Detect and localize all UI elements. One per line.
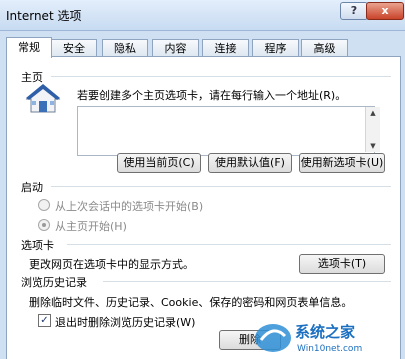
- tab-programs[interactable]: 程序: [252, 39, 299, 57]
- tab-general[interactable]: 常规: [6, 37, 52, 58]
- address-scrollbar[interactable]: ▲ ▼: [365, 107, 380, 152]
- radio-last-session-label: 从上次会话中的选项卡开始(B): [55, 200, 204, 213]
- use-current-button[interactable]: 使用当前页(C): [117, 153, 201, 173]
- section-divider: [51, 76, 391, 77]
- tab-privacy[interactable]: 隐私: [102, 39, 148, 57]
- house-icon: [25, 83, 61, 115]
- scroll-up-icon[interactable]: ▲: [366, 107, 380, 119]
- tabs-settings-button[interactable]: 选项卡(T): [299, 254, 385, 274]
- delete-on-exit-label: 退出时删除浏览历史记录(W): [55, 316, 196, 329]
- tabs-heading: 选项卡: [21, 239, 54, 252]
- section-divider: [103, 281, 391, 282]
- scroll-down-icon[interactable]: ▼: [366, 140, 380, 152]
- radio-homepage-label: 从主页开始(H): [55, 220, 127, 233]
- history-heading: 浏览历史记录: [21, 276, 87, 289]
- tab-security[interactable]: 安全: [51, 39, 97, 57]
- svg-text:Win10net.com: Win10net.com: [297, 344, 362, 354]
- history-description: 删除临时文件、历史记录、Cookie、保存的密码和网页表单信息。: [29, 296, 353, 309]
- window-title: Internet 选项: [6, 9, 82, 23]
- use-default-button[interactable]: 使用默认值(F): [208, 153, 292, 173]
- use-new-tab-button[interactable]: 使用新选项卡(U): [299, 153, 385, 173]
- radio-homepage[interactable]: [38, 219, 50, 231]
- tab-advanced[interactable]: 高级: [301, 39, 348, 57]
- help-button[interactable]: ?: [340, 2, 368, 20]
- section-divider: [67, 244, 391, 245]
- title-bar: Internet 选项 ? x: [0, 0, 405, 31]
- tabs-description: 更改网页在选项卡中的显示方式。: [29, 258, 194, 271]
- section-divider: [51, 186, 391, 187]
- svg-text:系统之家: 系统之家: [295, 323, 355, 341]
- close-button[interactable]: x: [366, 2, 404, 20]
- homepage-address-input[interactable]: [77, 106, 375, 156]
- homepage-instruction: 若要创建多个主页选项卡，请在每行输入一个地址(R)。: [77, 89, 347, 102]
- tab-content[interactable]: 内容: [152, 39, 199, 57]
- startup-heading: 启动: [21, 181, 43, 194]
- tab-connections[interactable]: 连接: [202, 39, 249, 57]
- watermark-logo: 系统之家 Win10net.com: [251, 318, 401, 356]
- radio-last-session[interactable]: [38, 199, 50, 211]
- general-panel: 主页 若要创建多个主页选项卡，请在每行输入一个地址(R)。 ▲ ▼ 使用当前页(…: [6, 56, 401, 359]
- delete-on-exit-checkbox[interactable]: ✓: [38, 314, 51, 327]
